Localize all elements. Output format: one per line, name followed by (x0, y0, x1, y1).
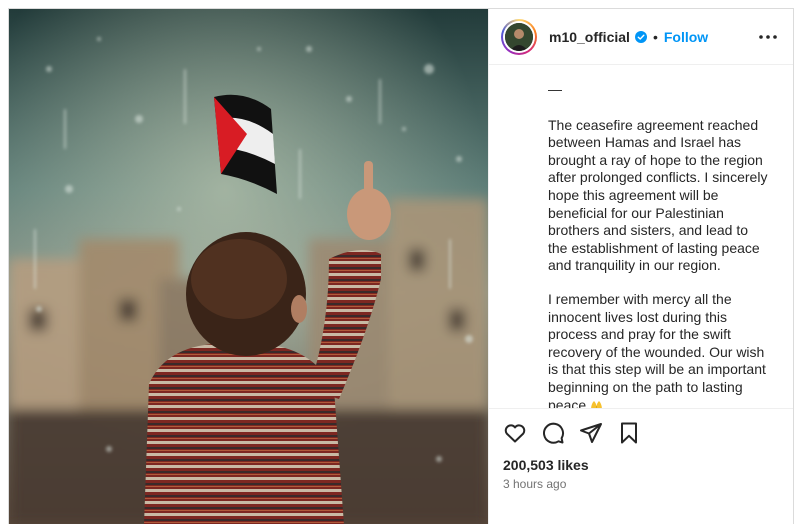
likes-count[interactable]: 200,503 likes (503, 457, 779, 473)
avatar-image (505, 22, 533, 51)
caption-paragraph-1: The ceasefire agreement reached between … (548, 116, 768, 274)
follow-button[interactable]: Follow (664, 29, 708, 45)
instagram-post: m10_official • Follow — The ceasefire ag… (8, 8, 794, 524)
more-options-icon[interactable] (755, 31, 781, 43)
post-header: m10_official • Follow (489, 9, 793, 65)
post-image[interactable] (9, 9, 488, 524)
posted-ago: 3 hours ago (503, 477, 567, 491)
separator-dot: • (652, 28, 658, 45)
post-caption: — The ceasefire agreement reached betwee… (489, 65, 793, 408)
comment-icon[interactable] (541, 421, 565, 445)
photo-child-at-rainy-window (9, 9, 488, 524)
praying-hands-emoji-icon (590, 398, 603, 408)
heart-icon[interactable] (503, 421, 527, 445)
post-actions: 200,503 likes 3 hours ago (489, 408, 793, 524)
verified-badge-icon (634, 30, 647, 43)
share-icon[interactable] (579, 421, 603, 445)
post-side-panel: m10_official • Follow — The ceasefire ag… (488, 9, 793, 524)
username[interactable]: m10_official (549, 29, 630, 45)
caption-paragraph-2: I remember with mercy all the innocent l… (548, 290, 766, 408)
caption-dash: — (548, 81, 562, 97)
bookmark-icon[interactable] (617, 421, 641, 445)
avatar[interactable] (501, 18, 537, 55)
